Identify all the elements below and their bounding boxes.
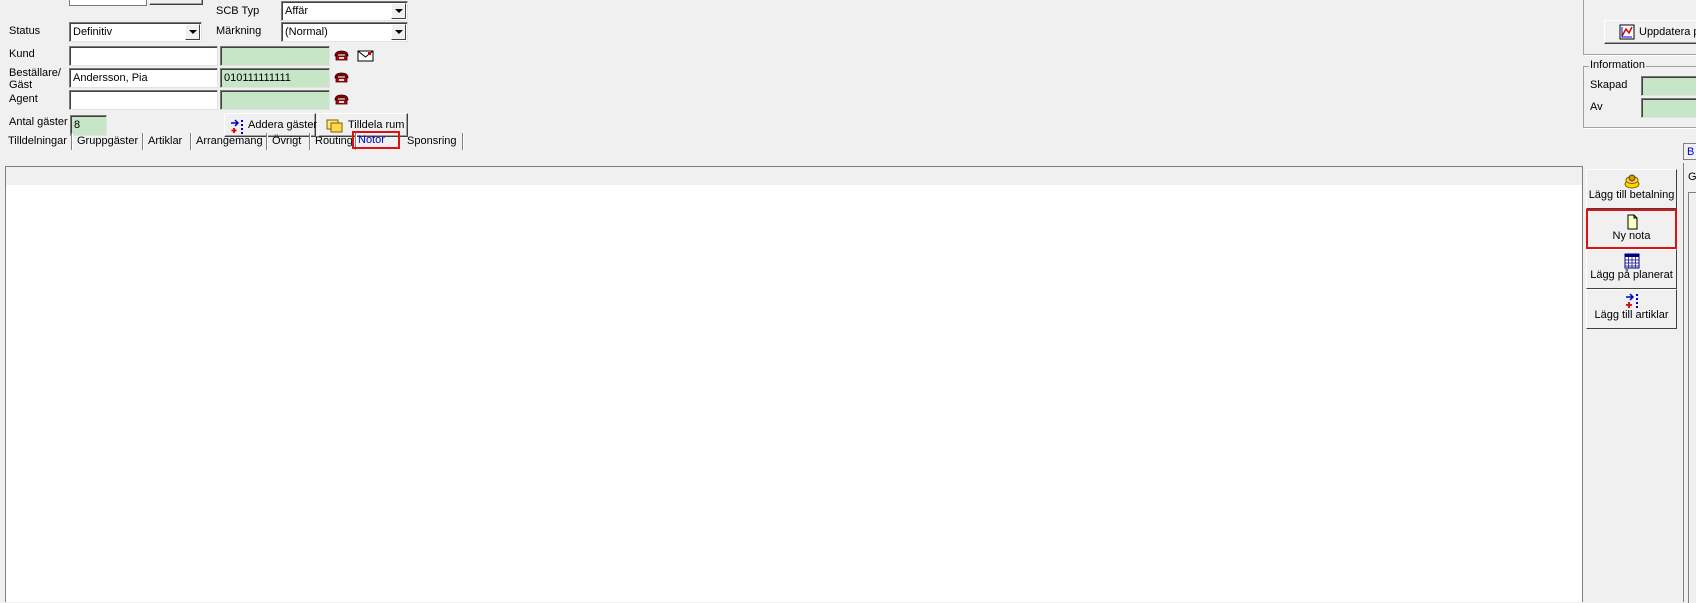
tab-gruppgaster[interactable]: Gruppgäster [73,133,143,150]
chevron-down-icon[interactable] [391,3,406,19]
tab-ovrigt[interactable]: Övrigt [268,133,310,150]
bestallare-phone-field: 010111111111 [220,68,330,88]
add-payment-label: Lägg till betalning [1588,189,1675,201]
tab-artiklar[interactable]: Artiklar [144,133,191,150]
tab-arrangemang[interactable]: Arrangemang [192,133,267,150]
tab-tilldelningar[interactable]: Tilldelningar [4,133,72,150]
markning-value: (Normal) [285,26,328,38]
content-header-strip [6,167,1582,185]
top-partial-field[interactable] [69,0,147,6]
kund-extra-field [220,46,330,66]
payment-icon [1624,174,1639,189]
antal-gaster-label: Antal gäster [9,116,68,128]
kund-field[interactable] [69,46,218,66]
add-planned-label: Lägg på planerat [1590,269,1673,281]
scb-typ-label: SCB Typ [216,5,260,17]
agent-label: Agent [9,93,38,105]
note-icon [1627,214,1637,230]
envelope-icon[interactable] [357,50,374,62]
update-label: Uppdatera p [1639,26,1696,38]
add-articles-label: Lägg till artiklar [1594,309,1669,321]
chevron-down-icon[interactable] [185,24,200,40]
assign-room-icon [326,119,343,133]
av-field [1641,98,1696,118]
right-tab-partial[interactable]: B [1683,143,1696,160]
skapad-field [1641,76,1696,96]
tilldela-rum-label: Tilldela rum [348,119,405,131]
add-planned-button[interactable]: Lägg på planerat [1586,249,1677,289]
add-items-icon [1625,293,1638,308]
new-note-button[interactable]: Ny nota [1586,209,1677,249]
right-panel-inner [1688,192,1696,603]
tab-notor[interactable]: Notor [352,131,400,149]
top-partial-button[interactable] [149,0,203,5]
chart-icon [1619,24,1635,40]
new-note-label: Ny nota [1612,230,1651,242]
phone-icon[interactable] [333,70,350,84]
markning-select[interactable]: (Normal) [281,22,408,42]
update-button[interactable]: Uppdatera p [1604,20,1696,44]
addera-gaster-label: Addera gäster [248,119,318,131]
skapad-label: Skapad [1590,79,1628,91]
tab-sponsring[interactable]: Sponsring [403,133,463,150]
add-payment-button[interactable]: Lägg till betalning [1586,169,1677,209]
bestallare-field[interactable]: Andersson, Pia [69,68,218,88]
markning-label: Märkning [216,25,262,37]
phone-icon[interactable] [333,92,350,106]
status-select[interactable]: Definitiv [69,22,202,42]
gast-label: Gäst [9,79,33,91]
phone-icon[interactable] [333,48,350,62]
status-value: Definitiv [73,26,113,38]
agent-field[interactable] [69,90,218,110]
information-title: Information [1589,59,1647,72]
av-label: Av [1590,101,1603,113]
agent-extra-field [220,90,330,110]
tab-routing[interactable]: Routing [311,133,356,150]
notor-content-area[interactable] [5,166,1583,602]
add-guests-icon [231,119,243,134]
kund-label: Kund [9,48,35,60]
status-label: Status [9,25,41,37]
calendar-icon [1624,253,1639,269]
right-panel-partial-label: G [1688,171,1696,183]
scb-typ-value: Affär [285,5,309,17]
chevron-down-icon[interactable] [391,24,406,40]
scb-typ-select[interactable]: Affär [281,1,408,21]
add-articles-button[interactable]: Lägg till artiklar [1586,289,1677,329]
